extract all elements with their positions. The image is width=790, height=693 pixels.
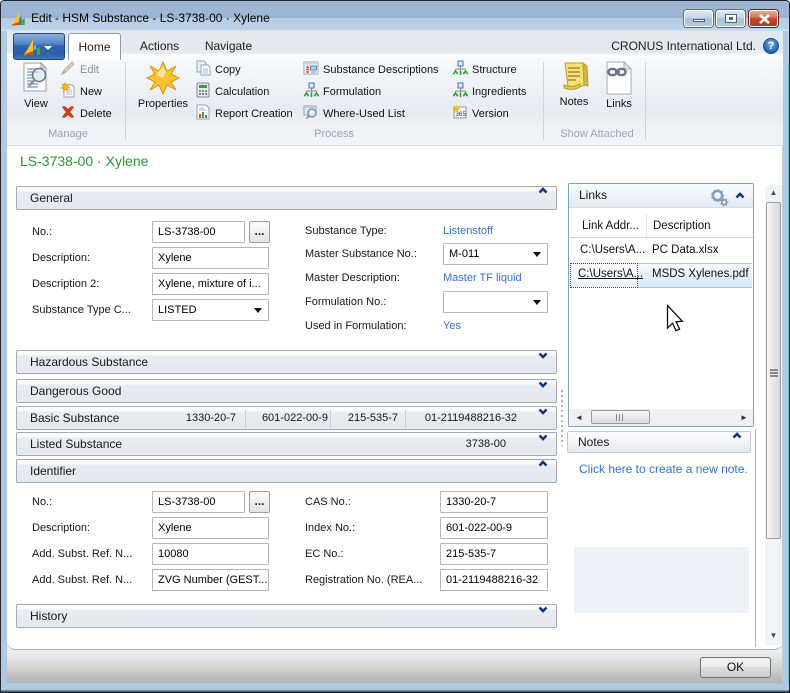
svg-text:365: 365: [455, 111, 466, 118]
